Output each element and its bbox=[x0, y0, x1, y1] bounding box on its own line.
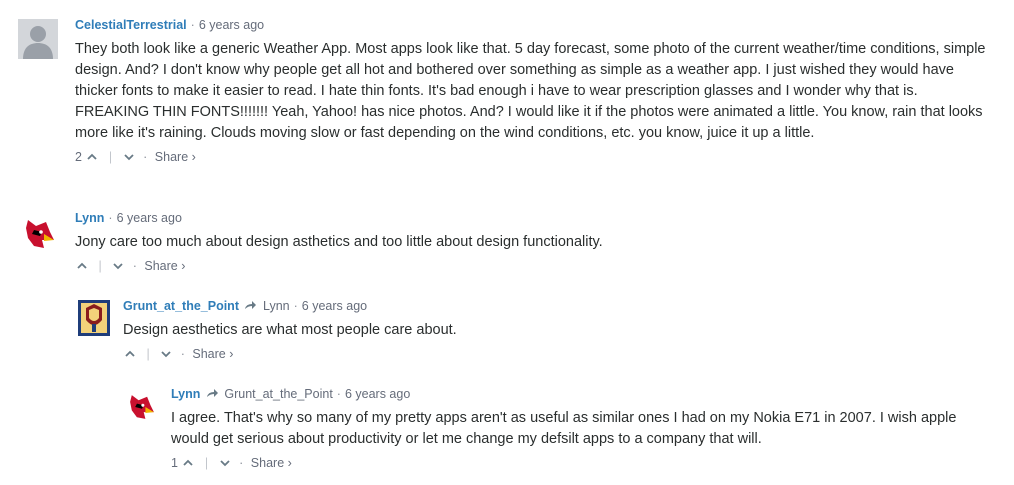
comment-text: Design aesthetics are what most people c… bbox=[123, 322, 457, 338]
comment-text: I agree. That's why so many of my pretty… bbox=[171, 410, 957, 447]
author-link[interactable]: Lynn bbox=[75, 211, 104, 225]
comment-header: Lynn Grunt_at_the_Point · 6 years ago bbox=[171, 387, 411, 401]
comment-text: They both look like a generic Weather Ap… bbox=[75, 41, 986, 141]
comment-footer: | · Share › bbox=[75, 258, 995, 274]
downvote-icon[interactable] bbox=[111, 259, 125, 273]
timestamp[interactable]: 6 years ago bbox=[345, 387, 410, 401]
downvote-icon[interactable] bbox=[159, 347, 173, 361]
share-button[interactable]: Share › bbox=[251, 456, 292, 470]
upvote-icon[interactable] bbox=[181, 456, 195, 470]
timestamp[interactable]: 6 years ago bbox=[199, 18, 264, 32]
author-link[interactable]: CelestialTerrestrial bbox=[75, 18, 187, 32]
timestamp[interactable]: 6 years ago bbox=[302, 299, 367, 313]
comment-footer: 2 | · Share › bbox=[75, 150, 196, 164]
downvote-icon[interactable] bbox=[122, 150, 136, 164]
comment-footer: 1 | · Share › bbox=[171, 456, 292, 470]
parent-author-link[interactable]: Grunt_at_the_Point bbox=[224, 387, 332, 401]
author-link[interactable]: Grunt_at_the_Point bbox=[123, 299, 239, 313]
parent-author-link[interactable]: Lynn bbox=[263, 299, 290, 313]
timestamp[interactable]: 6 years ago bbox=[117, 211, 182, 225]
default-user-icon[interactable] bbox=[18, 19, 58, 59]
reply-arrow-icon bbox=[245, 301, 257, 309]
cardinal-icon[interactable] bbox=[125, 390, 159, 424]
upvote-count: 1 bbox=[171, 456, 178, 470]
share-button[interactable]: Share › bbox=[155, 150, 196, 164]
author-link[interactable]: Lynn bbox=[171, 387, 200, 401]
share-button[interactable]: Share › bbox=[192, 347, 233, 361]
comment-header: Lynn · 6 years ago bbox=[75, 211, 182, 225]
crest-icon[interactable] bbox=[78, 300, 110, 336]
reply-arrow-icon bbox=[206, 389, 218, 397]
cardinal-icon[interactable] bbox=[20, 214, 56, 250]
share-button[interactable]: Share › bbox=[144, 259, 185, 273]
comment-header: Grunt_at_the_Point Lynn · 6 years ago bbox=[123, 299, 368, 313]
upvote-icon[interactable] bbox=[85, 150, 99, 164]
comment-header: CelestialTerrestrial · 6 years ago bbox=[75, 18, 265, 32]
comment-text: Jony care too much about design asthetic… bbox=[75, 234, 603, 250]
upvote-icon[interactable] bbox=[75, 259, 89, 273]
comment-footer: | · Share › bbox=[123, 346, 993, 362]
upvote-count: 2 bbox=[75, 150, 82, 164]
downvote-icon[interactable] bbox=[218, 456, 232, 470]
upvote-icon[interactable] bbox=[123, 347, 137, 361]
